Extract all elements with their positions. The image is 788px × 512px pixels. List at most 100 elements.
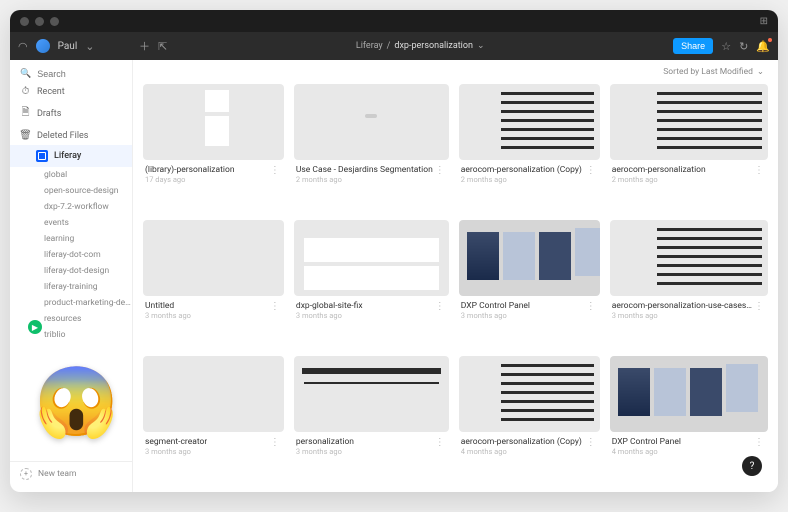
refresh-icon[interactable]: ↻ — [739, 40, 748, 53]
file-thumbnail[interactable] — [143, 220, 284, 296]
file-meta: DXP Control Panel4 months ago⋮ — [610, 432, 768, 456]
traffic-lights[interactable] — [20, 17, 59, 26]
username[interactable]: Paul — [58, 41, 78, 52]
file-date: 3 months ago — [145, 447, 207, 456]
recent-label: Recent — [37, 87, 65, 97]
file-card[interactable]: aerocom-personalization-use-cases…3 mont… — [610, 220, 768, 346]
file-card[interactable]: dxp-global-site-fix3 months ago⋮ — [294, 220, 449, 346]
file-card[interactable]: Untitled3 months ago⋮ — [143, 220, 284, 346]
newteam-label: New team — [38, 469, 76, 479]
sort-bar[interactable]: Sorted by Last Modified ⌄ — [133, 60, 778, 84]
chevron-down-icon[interactable]: ⌄ — [85, 40, 94, 53]
breadcrumb[interactable]: Liferay / dxp-personalization ⌄ — [167, 41, 673, 51]
file-meta: segment-creator3 months ago⋮ — [143, 432, 284, 456]
breadcrumb-folder[interactable]: dxp-personalization — [394, 41, 473, 51]
bell-icon[interactable]: 🔔 — [756, 40, 770, 53]
sidebar-folder[interactable]: liferay-dot-design — [10, 263, 132, 279]
file-meta: Untitled3 months ago⋮ — [143, 296, 284, 320]
file-date: 2 months ago — [461, 175, 582, 184]
open-in-new-icon[interactable]: ⇱ — [158, 40, 167, 53]
sidebar-item-recent[interactable]: ⏱ Recent — [10, 82, 132, 101]
file-thumbnail[interactable] — [143, 84, 284, 160]
plus-icon[interactable]: ＋ — [139, 38, 150, 54]
file-thumbnail[interactable] — [294, 220, 449, 296]
file-thumbnail[interactable] — [294, 84, 449, 160]
file-name: aerocom-personalization (Copy) — [461, 165, 582, 175]
file-thumbnail[interactable] — [610, 220, 768, 296]
more-options-icon[interactable]: ⋮ — [433, 437, 447, 448]
file-card[interactable]: Use Case - Desjardins Segmentation2 mont… — [294, 84, 449, 210]
file-card[interactable]: personalization3 months ago ⋮ — [294, 356, 449, 482]
file-date: 2 months ago — [612, 175, 706, 184]
file-thumbnail[interactable] — [459, 84, 600, 160]
avatar[interactable] — [36, 39, 50, 53]
more-options-icon[interactable]: ⋮ — [268, 165, 282, 176]
file-name: dxp-global-site-fix — [296, 301, 363, 311]
sidebar-folder[interactable]: global — [10, 167, 132, 183]
window-menu-icon[interactable]: ⊞ — [760, 16, 768, 27]
more-options-icon[interactable]: ⋮ — [584, 301, 598, 312]
file-name: personalization — [296, 437, 354, 447]
search[interactable]: 🔍 — [10, 66, 132, 82]
more-options-icon[interactable]: ⋮ — [752, 301, 766, 312]
file-thumbnail[interactable] — [459, 356, 600, 432]
sidebar-team-liferay[interactable]: Liferay — [10, 145, 132, 167]
toolbar-right: Share ☆ ↻ 🔔 — [673, 38, 770, 54]
file-thumbnail[interactable] — [294, 356, 449, 432]
file-date: 4 months ago — [612, 447, 681, 456]
home-icon[interactable]: ◠ — [18, 40, 28, 53]
file-thumbnail[interactable] — [459, 220, 600, 296]
more-options-icon[interactable]: ⋮ — [752, 165, 766, 176]
file-thumbnail[interactable] — [610, 356, 768, 432]
file-thumbnail[interactable] — [610, 84, 768, 160]
file-name: DXP Control Panel — [461, 301, 530, 311]
more-options-icon[interactable]: ⋮ — [433, 165, 447, 176]
file-meta: aerocom-personalization (Copy)4 months a… — [459, 432, 600, 456]
sidebar-folder[interactable]: open-source-design — [10, 183, 132, 199]
file-name: (library)-personalization — [145, 165, 235, 175]
sidebar-folder[interactable]: product-marketing-demos — [10, 295, 132, 311]
sidebar-folder[interactable]: dxp-7.2-workflow — [10, 199, 132, 215]
toolbar-left: ◠ Paul ⌄ — [18, 39, 133, 53]
file-date: 3 months ago — [296, 447, 354, 456]
more-options-icon[interactable]: ⋮ — [268, 301, 282, 312]
file-meta: aerocom-personalization-use-cases…3 mont… — [610, 296, 768, 320]
file-date: 4 months ago — [461, 447, 582, 456]
file-card[interactable]: DXP Control Panel3 months ago⋮ — [459, 220, 600, 346]
file-card[interactable]: aerocom-personalization (Copy)4 months a… — [459, 356, 600, 482]
new-team-button[interactable]: + New team — [10, 461, 132, 486]
presence-indicator-icon[interactable]: ▶ — [28, 320, 42, 334]
more-options-icon[interactable]: ⋮ — [584, 165, 598, 176]
plus-circle-icon: + — [20, 468, 32, 480]
more-options-icon[interactable]: ⋮ — [584, 437, 598, 448]
star-icon[interactable]: ☆ — [721, 40, 731, 53]
chevron-down-icon[interactable]: ⌄ — [477, 41, 485, 51]
sidebar-folder[interactable]: liferay-dot-com — [10, 247, 132, 263]
share-button[interactable]: Share — [673, 38, 713, 54]
help-button[interactable]: ? — [742, 456, 762, 476]
sidebar-folder[interactable]: events — [10, 215, 132, 231]
toolbar: ◠ Paul ⌄ ＋ ⇱ Liferay / dxp-personalizati… — [10, 32, 778, 60]
search-input[interactable] — [37, 69, 117, 79]
file-card[interactable]: segment-creator3 months ago⋮ — [143, 356, 284, 482]
more-options-icon[interactable]: ⋮ — [268, 437, 282, 448]
file-card[interactable]: aerocom-personalization2 months ago⋮ — [610, 84, 768, 210]
file-thumbnail[interactable] — [143, 356, 284, 432]
clock-icon: ⏱ — [20, 86, 31, 97]
sidebar-folder[interactable]: liferay-training — [10, 279, 132, 295]
sidebar-item-deleted[interactable]: 🗑 Deleted Files — [10, 126, 132, 145]
file-meta: Use Case - Desjardins Segmentation2 mont… — [294, 160, 449, 184]
file-card[interactable]: (library)-personalization17 days ago ⋮ — [143, 84, 284, 210]
more-options-icon[interactable]: ⋮ — [433, 301, 447, 312]
file-card[interactable]: aerocom-personalization (Copy)2 months a… — [459, 84, 600, 210]
breadcrumb-org[interactable]: Liferay — [356, 41, 383, 51]
more-options-icon[interactable]: ⋮ — [752, 437, 766, 448]
sidebar-folders: globalopen-source-designdxp-7.2-workflow… — [10, 167, 132, 343]
search-icon: 🔍 — [20, 69, 31, 79]
file-date: 17 days ago — [145, 175, 235, 184]
sidebar-folder[interactable]: learning — [10, 231, 132, 247]
sidebar-item-drafts[interactable]: 🗎 Drafts — [10, 101, 132, 126]
file-meta: DXP Control Panel3 months ago⋮ — [459, 296, 600, 320]
titlebar: ⊞ — [10, 10, 778, 32]
chevron-down-icon[interactable]: ⌄ — [757, 67, 764, 77]
